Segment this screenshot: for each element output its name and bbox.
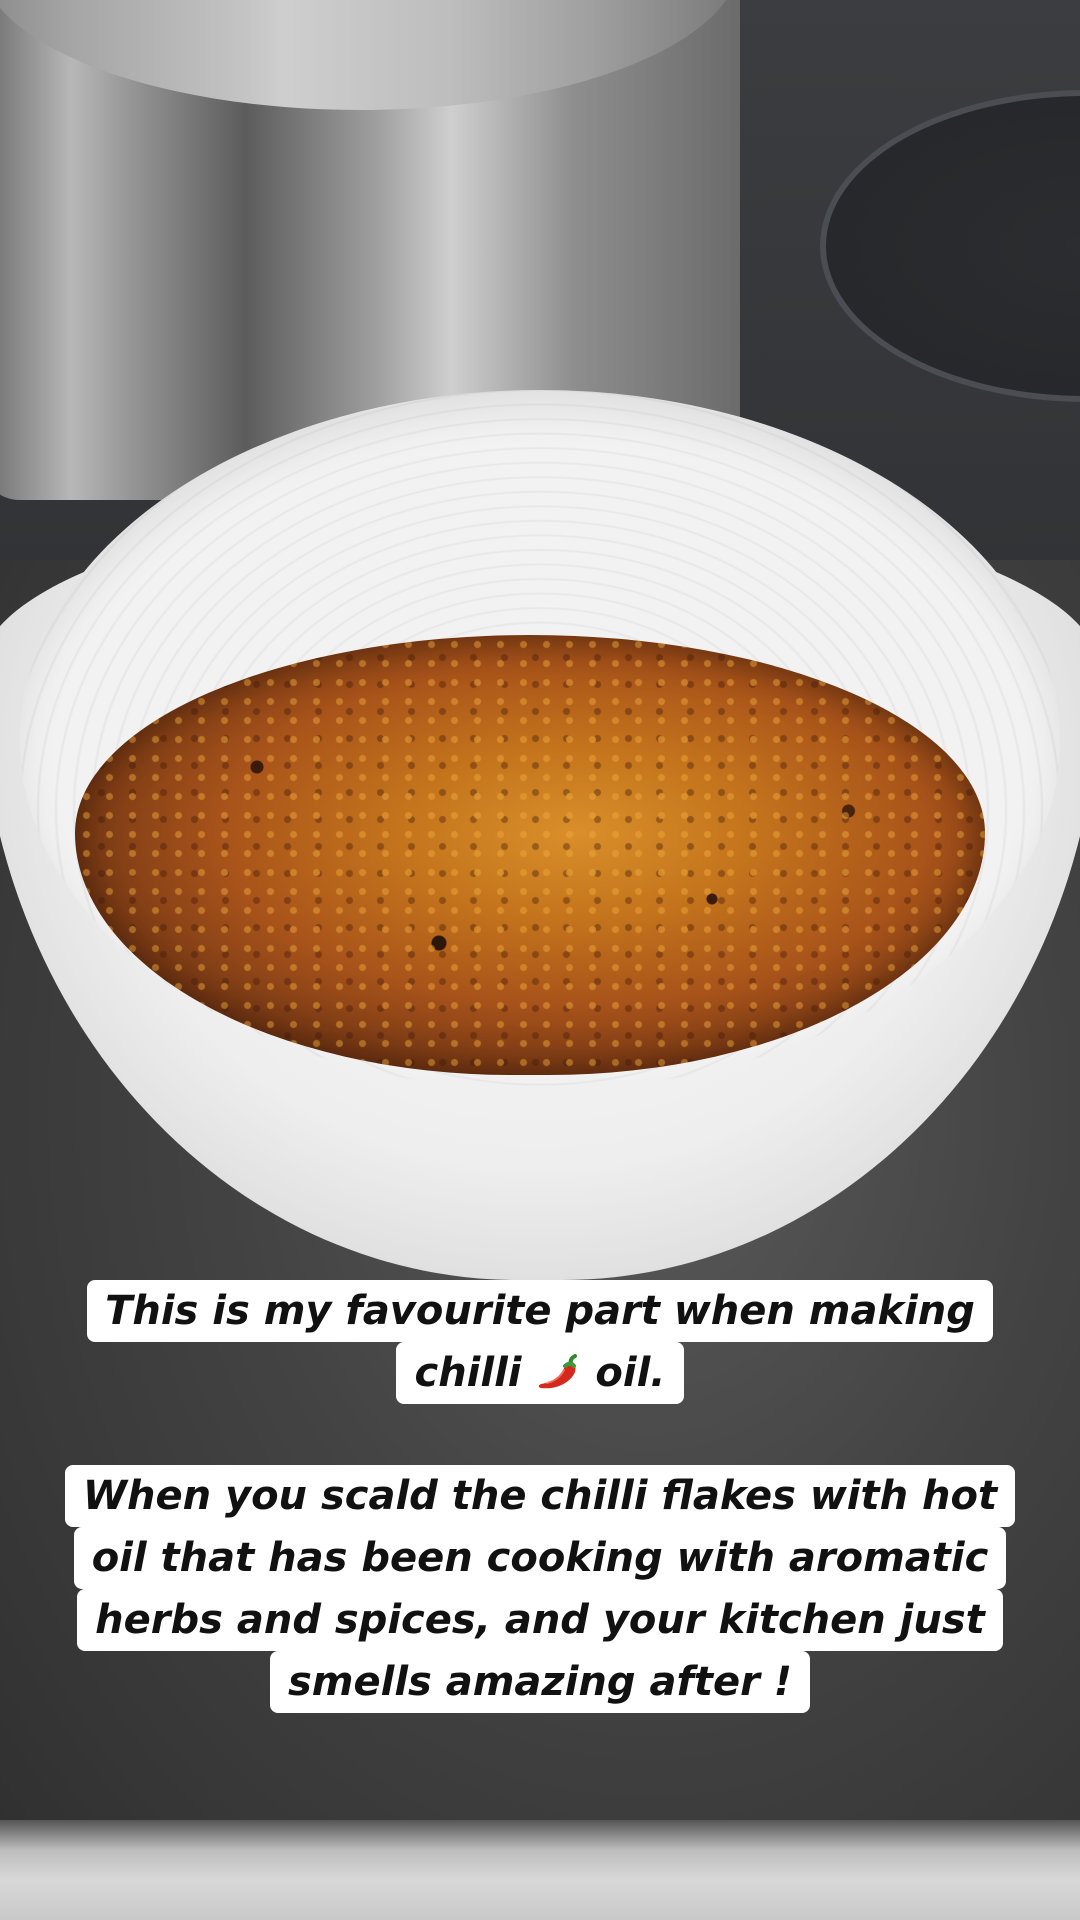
caption-intro-row-1: This is my favourite part when making [87,1280,993,1342]
caption-word-chilli: chilli [414,1350,522,1396]
stove-burner [820,90,1080,402]
caption-intro-row-2: chilli oil. [396,1342,684,1404]
counter-edge [0,1820,1080,1920]
photo-scene: This is my favourite part when making ch… [0,0,1080,1920]
caption-intro: This is my favourite part when making ch… [0,1280,1080,1404]
caption-description: When you scald the chilli flakes with ho… [0,1465,1080,1713]
caption-description-row-3: herbs and spices, and your kitchen just [77,1589,1003,1651]
hot-pepper-icon [539,1354,578,1389]
white-bowl [0,380,1080,1280]
caption-description-row-4: smells amazing after ! [269,1651,810,1713]
caption-description-row-2: oil that has been cooking with aromatic [73,1527,1007,1589]
caption-word-oil: oil. [595,1350,666,1396]
caption-description-row-1: When you scald the chilli flakes with ho… [64,1465,1016,1527]
